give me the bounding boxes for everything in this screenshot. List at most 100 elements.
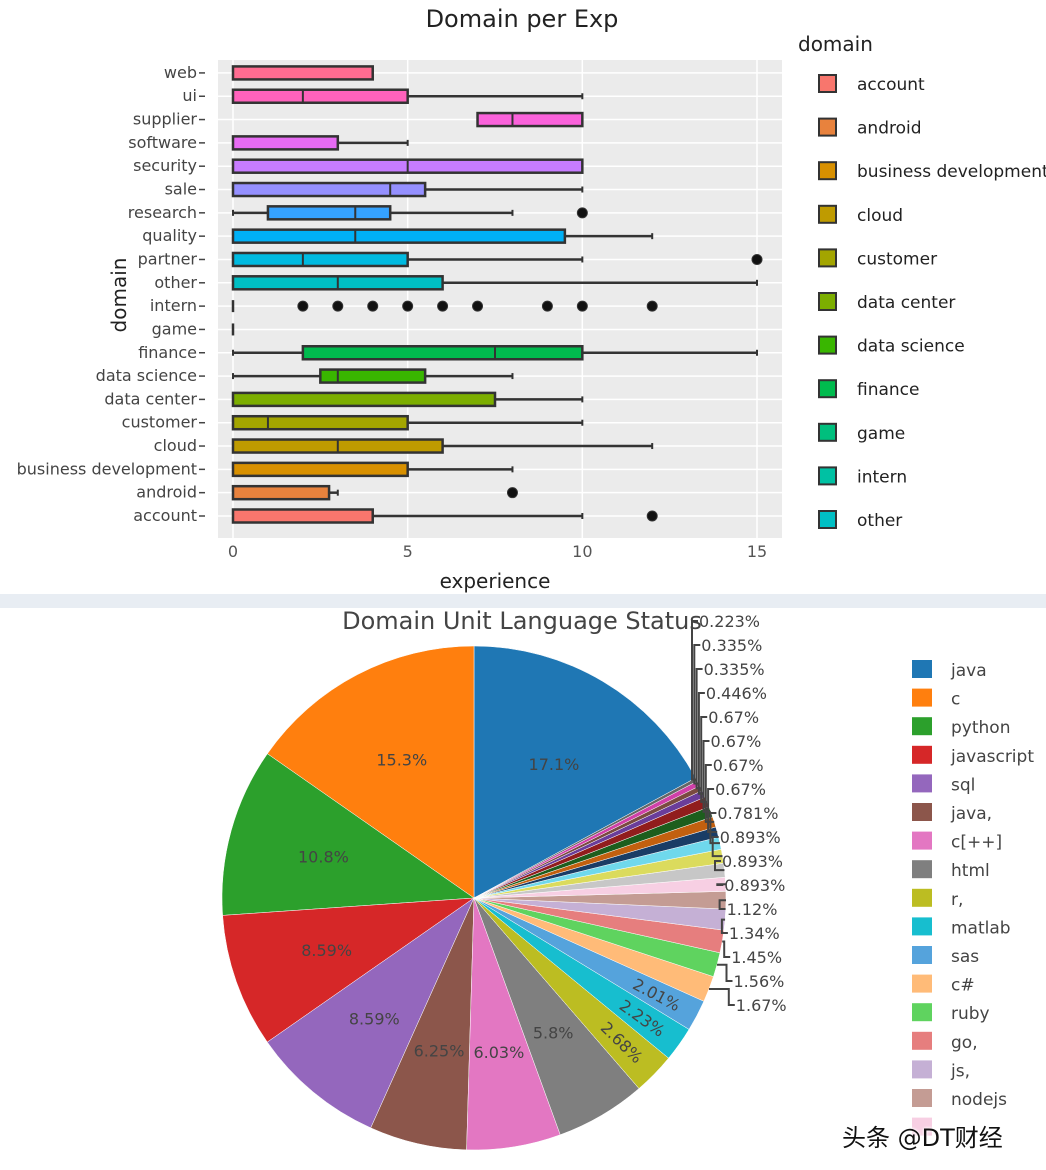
box: [231, 414, 409, 431]
legend-label: go,: [951, 1033, 978, 1053]
legend-label: data center: [857, 293, 955, 313]
legend-swatch: [912, 803, 932, 821]
legend-label: sas: [951, 947, 979, 967]
slice-label: 0.67%: [708, 708, 759, 727]
legend-label: java: [950, 661, 987, 681]
legend-swatch: [818, 74, 837, 93]
slice-label: 0.781%: [717, 804, 778, 823]
legend-label: customer: [857, 249, 937, 269]
slice-label: 0.893%: [724, 876, 785, 895]
x-tick-label: 10: [572, 542, 592, 561]
legend-label: other: [857, 511, 902, 531]
leader-line: [708, 988, 735, 1006]
legend-swatch: [818, 466, 837, 486]
legend-swatch: [912, 946, 932, 964]
box: [231, 391, 497, 408]
box: [231, 181, 427, 198]
legend-label: python: [951, 718, 1010, 738]
legend-label: nodejs: [951, 1090, 1007, 1110]
y-tick-label: data science: [96, 366, 197, 385]
legend-swatch: [912, 1031, 932, 1050]
slice-label: 8.59%: [301, 941, 352, 960]
leader-line: [716, 963, 733, 982]
y-tick-label: data center: [104, 389, 197, 408]
pie-chart: Domain Unit Language Status 17.1% 15.3% 10.…: [221, 608, 1034, 1151]
outlier-point: [402, 300, 414, 312]
y-tick-label: intern: [150, 296, 197, 315]
slice-label: 6.25%: [414, 1041, 465, 1060]
legend-label: game: [857, 424, 905, 444]
y-tick-label: business development: [17, 459, 197, 478]
slice-label: 0.893%: [720, 828, 781, 847]
legend-swatch: [912, 888, 932, 907]
legend-swatch: [818, 161, 837, 181]
box-web: [231, 65, 374, 81]
x-tick-label: 0: [228, 542, 238, 561]
outlier-point: [472, 300, 484, 312]
box-security: [231, 158, 584, 174]
y-tick-label: supplier: [133, 110, 198, 129]
slice-label: 0.223%: [699, 612, 760, 631]
legend-label: c#: [951, 976, 975, 996]
outlier-point: [506, 487, 518, 499]
legend-label: js,: [950, 1061, 970, 1081]
legend-swatch: [912, 860, 932, 879]
legend-label: finance: [857, 380, 919, 400]
legend-label: matlab: [951, 918, 1011, 938]
x-tick-label: 15: [747, 542, 767, 561]
box: [231, 484, 331, 501]
legend-label: account: [857, 75, 925, 95]
y-tick-label: security: [133, 156, 197, 175]
legend-label: java,: [950, 804, 992, 824]
watermark: 头条 @DT财经: [842, 1124, 1003, 1152]
box: [319, 368, 427, 384]
legend-title: domain: [798, 32, 873, 56]
legend-swatch: [912, 917, 932, 936]
y-tick-label: other: [154, 273, 197, 292]
y-tick-label: sale: [165, 180, 197, 199]
legend-swatch: [818, 510, 837, 529]
outlier-point: [297, 300, 309, 312]
slice-label: 0.446%: [706, 684, 767, 703]
legend-label: html: [951, 861, 990, 881]
slice-label: 1.56%: [734, 972, 785, 991]
legend-swatch: [818, 117, 837, 137]
legend-swatch: [912, 1003, 932, 1022]
y-tick-label: quality: [142, 226, 197, 245]
legend-label: c[++]: [951, 833, 1002, 853]
y-tick-label: ui: [182, 86, 197, 105]
chart-divider: [0, 594, 1046, 608]
legend-swatch: [912, 974, 932, 993]
legend-swatch: [912, 774, 932, 793]
legend-label: data science: [857, 337, 965, 357]
legend-swatch: [818, 204, 837, 224]
outlier-point: [367, 300, 379, 312]
legend-label: sql: [951, 775, 975, 795]
legend-swatch: [912, 745, 932, 764]
chart-title: Domain per Exp: [426, 5, 619, 33]
box-supplier: [476, 111, 584, 128]
legend-swatch: [912, 1089, 932, 1107]
legend-swatch: [912, 717, 932, 736]
slice-label: 1.34%: [729, 924, 780, 943]
slice-label: 0.893%: [722, 852, 783, 871]
y-tick-label: partner: [138, 249, 198, 268]
slice-label: 5.8%: [533, 1024, 574, 1043]
box: [231, 251, 409, 268]
legend-swatch: [818, 248, 837, 268]
y-tick-label: software: [128, 133, 197, 152]
outlier-point: [751, 253, 763, 265]
y-tick-label: finance: [138, 343, 197, 362]
slice-label: 10.8%: [298, 847, 349, 866]
outlier-point: [332, 300, 344, 312]
y-tick-label: web: [164, 63, 197, 82]
box: [476, 111, 584, 128]
outlier-point: [541, 300, 553, 312]
slice-label: 0.335%: [704, 660, 765, 679]
x-tick-label: 5: [403, 542, 413, 561]
legend-swatch: [912, 831, 932, 850]
box: [231, 228, 567, 244]
legend-label: javascript: [950, 747, 1034, 767]
box: [266, 205, 392, 221]
legend-label: c: [951, 690, 960, 710]
